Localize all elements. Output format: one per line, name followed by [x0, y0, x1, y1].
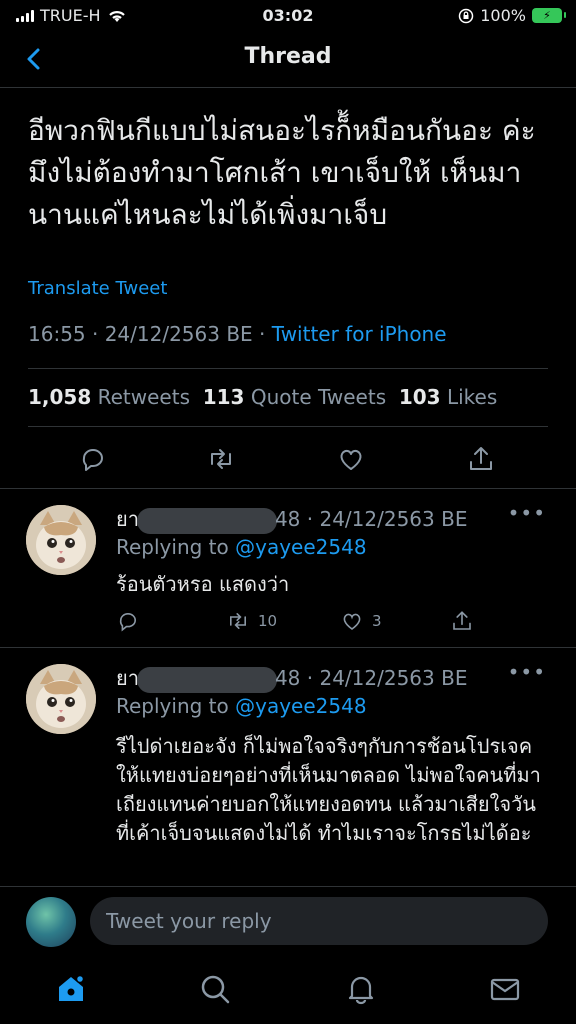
cat-avatar-image [26, 505, 96, 575]
more-icon[interactable]: ••• [508, 501, 546, 525]
reply-date: · 24/12/2563 BE [300, 666, 468, 690]
share-icon[interactable] [450, 609, 474, 633]
tweet-timestamp: 16:55 · 24/12/2563 BE · [28, 322, 272, 346]
retweet-icon[interactable] [226, 609, 250, 633]
battery-percent: 100% [480, 6, 526, 25]
orientation-lock-icon [459, 8, 474, 23]
reply-header: ยา 48 · 24/12/2563 BE [116, 503, 467, 535]
reply-icon[interactable] [116, 609, 140, 633]
reply-text: ร้อนตัวหรอ แสดงว่า [116, 572, 290, 596]
reply-author-name[interactable]: ยา [116, 666, 139, 690]
like-count: 3 [372, 612, 382, 630]
mention-link[interactable]: @yayee2548 [235, 535, 366, 559]
avatar[interactable] [26, 505, 96, 575]
share-action[interactable] [450, 609, 474, 633]
tab-bar [0, 956, 576, 1024]
tweet-text: อีพวกฟินกีแบบไม่สนอะไรก็้หมือนกันอะ ค่ะม… [28, 114, 536, 231]
tweet-stats: 1,058 Retweets 113 Quote Tweets 103 Like… [28, 385, 497, 409]
redacted-name [136, 507, 277, 534]
likes-stat[interactable]: 103 Likes [399, 385, 497, 409]
replying-to: Replying to @yayee2548 [116, 535, 367, 559]
status-right: 100% ⚡ [458, 6, 566, 25]
reply-icon[interactable] [78, 444, 108, 474]
reply-tweet[interactable]: ยา 48 · 24/12/2563 BE ••• Replying to @ya… [0, 648, 576, 886]
divider [28, 368, 548, 369]
tweet-meta: 16:55 · 24/12/2563 BE · Twitter for iPho… [28, 322, 447, 346]
retweets-stat[interactable]: 1,058 Retweets [28, 385, 190, 409]
heart-icon[interactable] [340, 609, 364, 633]
retweet-count: 10 [258, 612, 278, 630]
translate-tweet-link[interactable]: Translate Tweet [28, 278, 167, 299]
quote-tweets-stat[interactable]: 113 Quote Tweets [203, 385, 386, 409]
reply-text: รีไปด่าเยอะจัง ก็ไม่พอใจจริงๆกับการช้อนโ… [116, 734, 541, 845]
mention-link[interactable]: @yayee2548 [235, 694, 366, 718]
avatar[interactable] [26, 664, 96, 734]
retweet-icon[interactable] [206, 444, 236, 474]
home-icon[interactable] [54, 972, 88, 1006]
tweet-actions [0, 440, 576, 480]
redacted-name [136, 666, 277, 693]
replying-to: Replying to @yayee2548 [116, 694, 367, 718]
share-icon[interactable] [466, 444, 496, 474]
cat-avatar-image [26, 664, 96, 734]
divider [28, 426, 548, 427]
reply-header: ยา 48 · 24/12/2563 BE [116, 662, 467, 694]
battery-icon: ⚡ [532, 8, 566, 23]
more-icon[interactable]: ••• [508, 660, 546, 684]
reply-handle-suffix: 48 [274, 666, 301, 690]
my-avatar[interactable] [26, 897, 76, 947]
page-title: Thread [244, 44, 332, 69]
mail-icon[interactable] [488, 972, 522, 1006]
reply-handle-suffix: 48 [274, 507, 301, 531]
heart-icon[interactable] [336, 444, 366, 474]
reply-action[interactable] [116, 609, 140, 633]
like-action[interactable]: 3 [340, 609, 382, 633]
reply-input[interactable] [90, 897, 548, 945]
tweet-source-link[interactable]: Twitter for iPhone [272, 322, 447, 346]
bell-icon[interactable] [344, 972, 378, 1006]
top-nav: Thread [0, 32, 576, 88]
reply-actions: 10 3 [116, 609, 556, 637]
compose-bar [0, 886, 576, 956]
reply-tweet[interactable]: ยา 48 · 24/12/2563 BE ••• Replying to @ya… [0, 489, 576, 647]
status-bar: TRUE-H 03:02 100% ⚡ [0, 0, 576, 32]
reply-author-name[interactable]: ยา [116, 507, 139, 531]
search-icon[interactable] [198, 972, 232, 1006]
reply-date: · 24/12/2563 BE [300, 507, 468, 531]
retweet-action[interactable]: 10 [226, 609, 277, 633]
